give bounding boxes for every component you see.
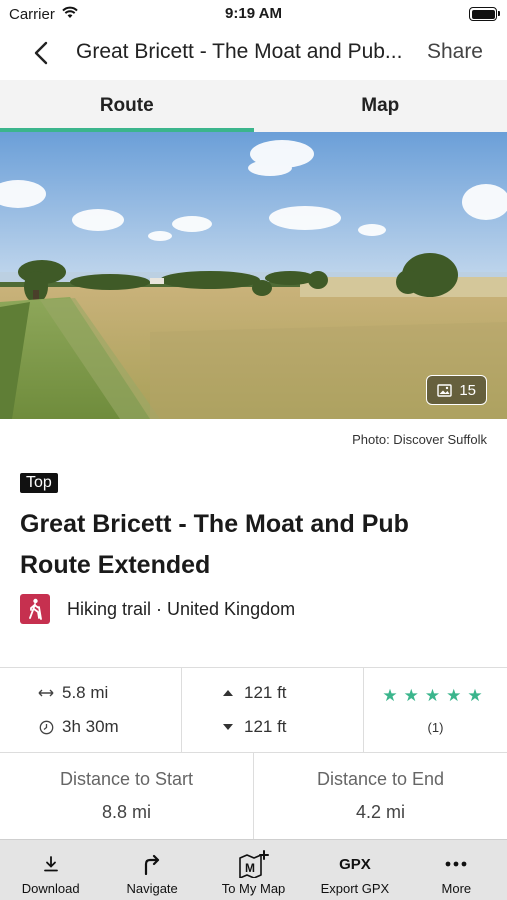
distance-to-end-label: Distance to End (316, 769, 445, 789)
route-title-line-1: Great Bricett - The Moat and Pub (20, 510, 409, 538)
page-title: Great Bricett - The Moat and Pub... (76, 40, 403, 63)
download-button[interactable]: Download (0, 840, 101, 900)
stat-ascent: 121 ft (220, 683, 363, 703)
route-title: Great Bricett - The Moat and Pub Route E… (20, 504, 490, 586)
tab-bar: Route Map (0, 80, 507, 132)
distances: Distance to Start 8.8 mi Distance to End… (0, 753, 507, 839)
descent-value: 121 ft (244, 717, 287, 736)
stat-distance: 5.8 mi (38, 683, 181, 703)
distance-to-end: Distance to End 4.2 mi (254, 753, 507, 839)
route-type-location: Hiking trail · United Kingdom (67, 598, 296, 619)
top-badge: Top (20, 473, 58, 493)
distance-to-start-label: Distance to Start (59, 769, 194, 789)
bottom-toolbar: Download Navigate M To My Map GPX Export… (0, 839, 507, 900)
route-photo[interactable]: 15 (0, 132, 507, 419)
navigation-bar: Great Bricett - The Moat and Pub... Shar… (0, 28, 507, 78)
distance-to-start-value: 8.8 mi (101, 802, 152, 822)
export-gpx-button[interactable]: GPX Export GPX (304, 840, 405, 900)
clock-icon (38, 720, 54, 735)
more-icon (445, 850, 467, 878)
download-icon (42, 850, 60, 878)
to-my-map-label: To My Map (221, 881, 286, 896)
chevron-left-icon (34, 41, 48, 65)
to-my-map-button[interactable]: M To My Map (203, 840, 304, 900)
duration-value: 3h 30m (62, 717, 119, 736)
route-stats: 5.8 mi 3h 30m 121 ft 121 ft ★★★★★ (1) (0, 667, 507, 753)
triangle-up-icon (220, 689, 236, 697)
add-to-map-icon: M (237, 850, 271, 878)
share-button[interactable]: Share (427, 40, 483, 64)
battery-icon (469, 7, 500, 21)
horizontal-arrows-icon (38, 688, 54, 698)
review-count: (1) (427, 719, 444, 735)
stat-descent: 121 ft (220, 717, 363, 737)
svg-text:M: M (245, 861, 255, 875)
gpx-icon: GPX (339, 850, 371, 878)
status-time: 9:19 AM (225, 5, 282, 22)
distance-to-start: Distance to Start 8.8 mi (0, 753, 254, 839)
photo-count-button[interactable]: 15 (426, 375, 487, 405)
export-gpx-label: Export GPX (320, 881, 390, 896)
stats-rating[interactable]: ★★★★★ (1) (364, 668, 507, 752)
distance-value: 5.8 mi (62, 683, 109, 702)
more-button[interactable]: More (406, 840, 507, 900)
stats-distance-time: 5.8 mi 3h 30m (0, 668, 182, 752)
route-title-line-2: Route Extended (20, 551, 211, 579)
gpx-icon-text: GPX (339, 855, 371, 873)
image-icon (437, 383, 453, 397)
ascent-value: 121 ft (244, 683, 287, 702)
photo-credit: Photo: Discover Suffolk (352, 432, 487, 447)
status-bar: Carrier 9:19 AM (0, 0, 507, 28)
triangle-down-icon (220, 723, 236, 731)
tab-map[interactable]: Map (254, 80, 507, 132)
route-meta: Hiking trail · United Kingdom (20, 594, 295, 624)
navigate-icon (142, 850, 162, 878)
star-rating: ★★★★★ (382, 685, 489, 705)
distance-to-end-value: 4.2 mi (355, 802, 406, 822)
navigate-button[interactable]: Navigate (101, 840, 202, 900)
photo-count-label: 15 (459, 381, 476, 399)
more-label: More (441, 881, 472, 896)
download-label: Download (21, 881, 80, 896)
navigate-label: Navigate (126, 881, 178, 896)
tab-route[interactable]: Route (0, 80, 254, 132)
stats-elevation: 121 ft 121 ft (182, 668, 364, 752)
back-button[interactable] (26, 38, 56, 68)
hiker-icon (20, 594, 50, 624)
stat-duration: 3h 30m (38, 717, 181, 737)
